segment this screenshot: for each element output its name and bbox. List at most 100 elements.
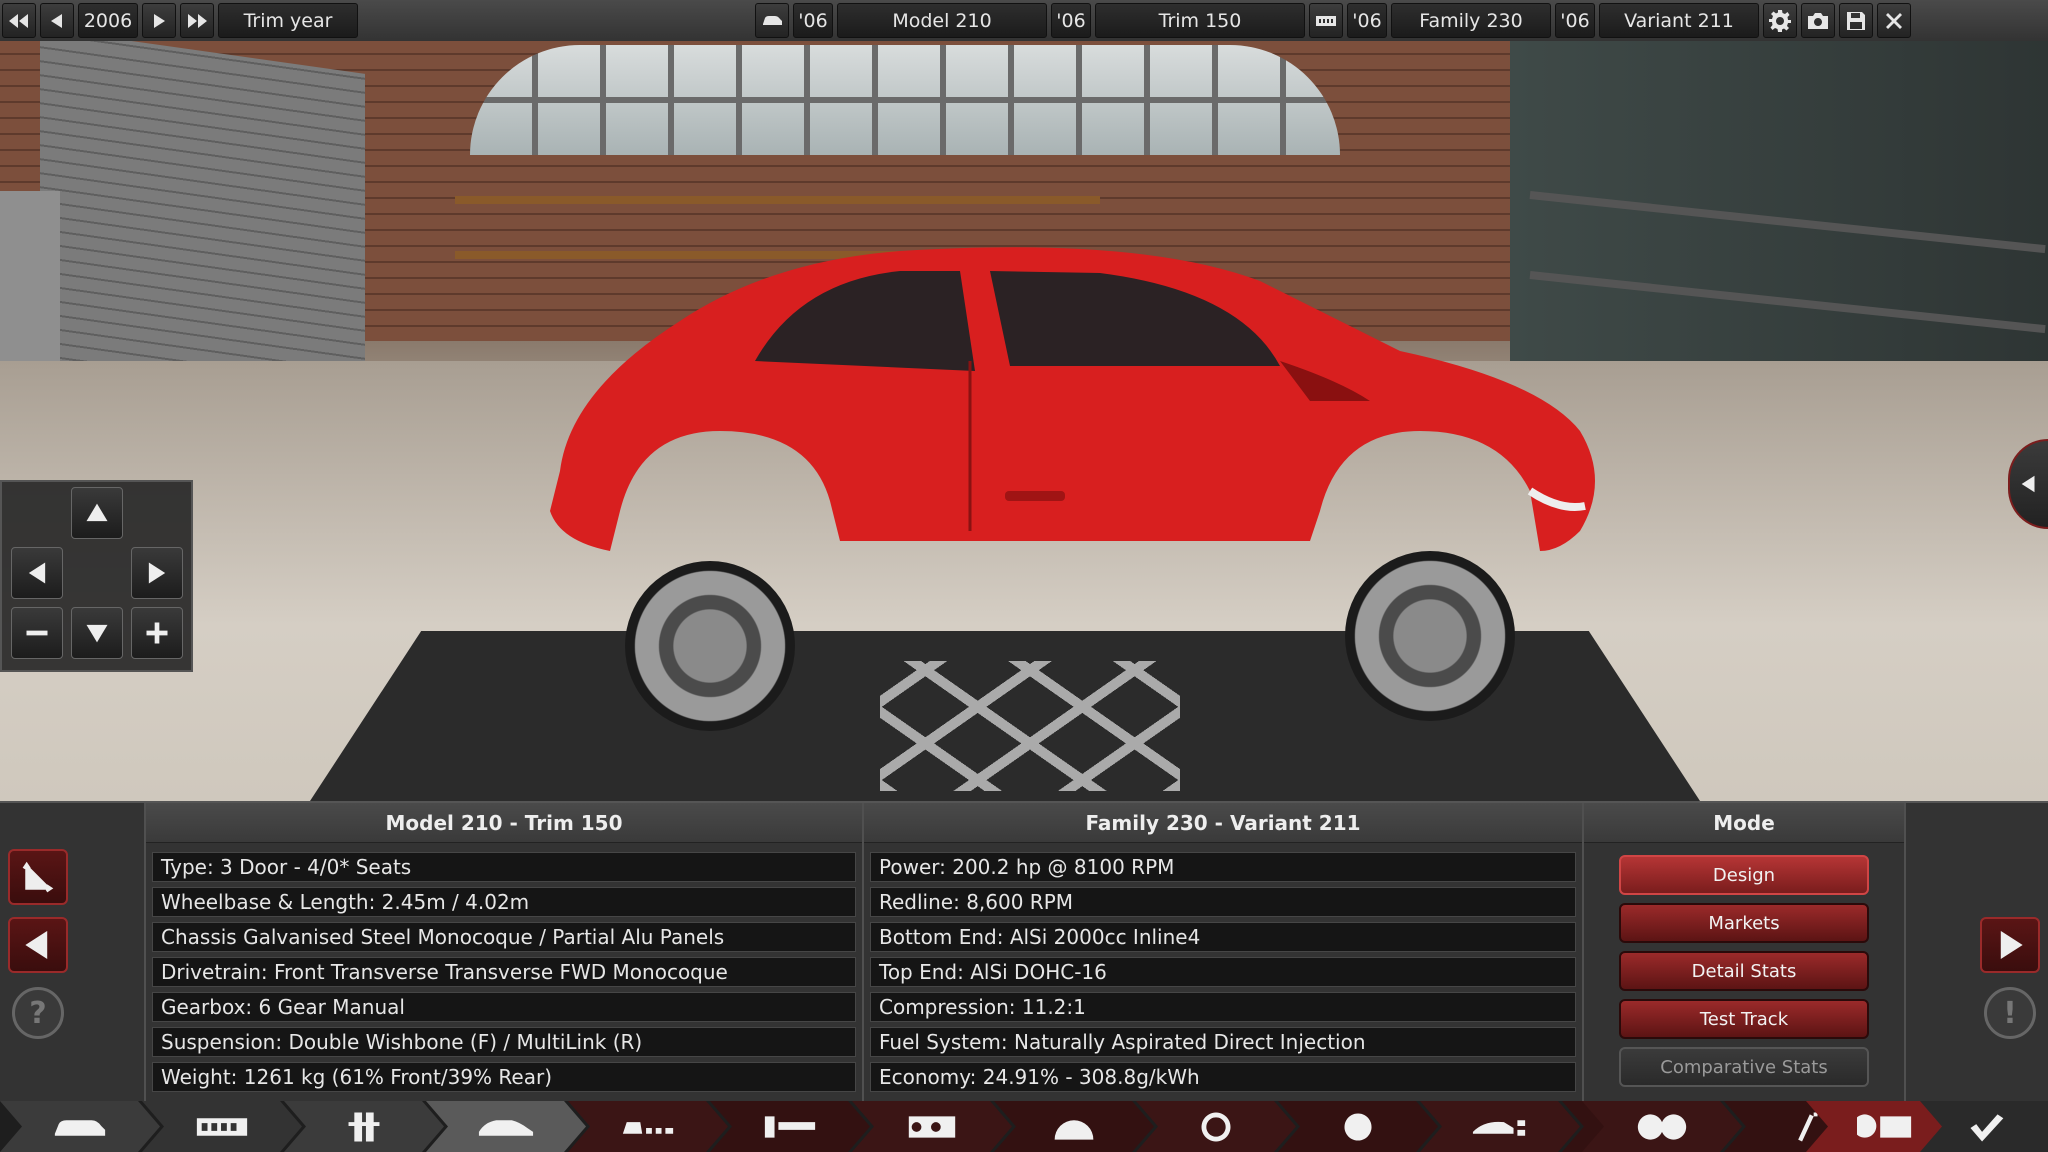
car-stat-chassis: Chassis Galvanised Steel Monocoque / Par…	[152, 922, 856, 952]
family-name-field[interactable]: Family 230	[1391, 3, 1551, 38]
left-actions-column: ?	[0, 803, 144, 1102]
engine-stat-compression: Compression: 11.2:1	[870, 992, 1576, 1022]
mode-title: Mode	[1584, 803, 1904, 843]
car-stats-column: Model 210 - Trim 150 Type: 3 Door - 4/0*…	[144, 803, 862, 1102]
help-button[interactable]: ?	[12, 987, 64, 1039]
engine-stats-column: Family 230 - Variant 211 Power: 200.2 hp…	[862, 803, 1582, 1102]
aero-icon	[1471, 1110, 1529, 1144]
gear-icon	[1769, 9, 1791, 32]
dimension-icon	[22, 861, 54, 893]
camera-icon	[1808, 12, 1828, 29]
warning-button[interactable]: !	[1984, 987, 2036, 1039]
gear-half-icon	[1045, 1110, 1103, 1144]
year-next-button[interactable]	[142, 3, 176, 38]
car-selector-button[interactable]	[755, 3, 789, 38]
brake-disc-icon	[1329, 1110, 1387, 1144]
zoom-in-button[interactable]	[131, 607, 183, 659]
triangle-left-icon	[25, 930, 48, 960]
trim-name-field[interactable]: Trim 150	[1095, 3, 1305, 38]
skylight-window	[470, 45, 1340, 155]
screenshot-button[interactable]	[1801, 3, 1835, 38]
triangle-left-icon	[28, 562, 46, 584]
trim-icon	[619, 1110, 677, 1144]
steering-wheel-icon	[1633, 1110, 1691, 1144]
engine-block-icon	[761, 1110, 819, 1144]
year-fast-forward-button[interactable]	[180, 3, 214, 38]
garage-viewport[interactable]	[0, 41, 2048, 801]
family-year: '06	[1347, 3, 1387, 38]
tool-wheels[interactable]	[1136, 1101, 1296, 1152]
trim-year-label[interactable]: Trim year	[218, 3, 358, 38]
plus-icon	[146, 622, 168, 644]
next-button[interactable]	[1980, 917, 2040, 973]
camera-right-button[interactable]	[131, 547, 183, 599]
close-button[interactable]	[1877, 3, 1911, 38]
triangle-left-icon	[51, 13, 62, 28]
triangle-right-icon	[2000, 930, 2023, 960]
tool-aero[interactable]	[1420, 1101, 1580, 1152]
camera-left-button[interactable]	[11, 547, 63, 599]
mode-markets-button[interactable]: Markets	[1619, 903, 1869, 943]
triangle-up-icon	[86, 503, 108, 522]
suspension-icon	[335, 1110, 393, 1144]
design-stage-toolbar	[0, 1101, 2048, 1152]
tool-engine-head[interactable]	[852, 1101, 1012, 1152]
camera-up-button[interactable]	[71, 487, 123, 539]
tool-trim[interactable]	[568, 1101, 728, 1152]
car-icon	[51, 1110, 109, 1144]
triangle-left-icon	[2021, 475, 2035, 493]
settings-button[interactable]	[1763, 3, 1797, 38]
triangle-right-icon	[148, 562, 166, 584]
car-icon	[763, 15, 782, 25]
camera-control-pad	[0, 480, 193, 672]
mode-test-track-button[interactable]: Test Track	[1619, 999, 1869, 1039]
checkmark-icon	[1970, 1113, 2004, 1141]
exclamation-icon: !	[2003, 995, 2017, 1031]
save-button[interactable]	[1839, 3, 1873, 38]
mode-design-button[interactable]: Design	[1619, 855, 1869, 895]
tool-engine-block[interactable]	[710, 1101, 870, 1152]
question-mark-icon: ?	[29, 995, 47, 1031]
tool-brakes[interactable]	[1278, 1101, 1438, 1152]
engine-stat-power: Power: 200.2 hp @ 8100 RPM	[870, 852, 1576, 882]
dimensions-button[interactable]	[8, 849, 68, 905]
shelf	[455, 196, 1100, 204]
checkered-flag-icon	[1857, 1110, 1915, 1144]
fast-forward-icon	[188, 13, 207, 28]
close-icon	[1886, 12, 1902, 29]
triangle-right-icon	[154, 13, 165, 28]
tool-chassis[interactable]	[142, 1101, 302, 1152]
zoom-out-button[interactable]	[11, 607, 63, 659]
engine-selector-button[interactable]	[1309, 3, 1343, 38]
variant-year: '06	[1555, 3, 1595, 38]
garage-door	[40, 41, 365, 414]
camera-down-button[interactable]	[71, 607, 123, 659]
car-stat-type: Type: 3 Door - 4/0* Seats	[152, 852, 856, 882]
chassis-icon	[193, 1110, 251, 1144]
floppy-disk-icon	[1847, 11, 1865, 30]
front-left-wheel	[625, 561, 795, 731]
engine-stat-redline: Redline: 8,600 RPM	[870, 887, 1576, 917]
model-name-field[interactable]: Model 210	[837, 3, 1047, 38]
car-stat-wheelbase: Wheelbase & Length: 2.45m / 4.02m	[152, 887, 856, 917]
tool-car-body[interactable]	[0, 1101, 160, 1152]
mode-comparative-stats-button[interactable]: Comparative Stats	[1619, 1047, 1869, 1087]
tool-body-style[interactable]	[426, 1101, 586, 1152]
car-stat-weight: Weight: 1261 kg (61% Front/39% Rear)	[152, 1062, 856, 1092]
car-stat-suspension: Suspension: Double Wishbone (F) / MultiL…	[152, 1027, 856, 1057]
car-silhouette-icon	[477, 1110, 535, 1144]
car-stats-title: Model 210 - Trim 150	[146, 803, 862, 843]
engine-stat-bottom-end: Bottom End: AlSi 2000cc Inline4	[870, 922, 1576, 952]
model-year: '06	[793, 3, 833, 38]
year-prev-button[interactable]	[40, 3, 74, 38]
car-stat-gearbox: Gearbox: 6 Gear Manual	[152, 992, 856, 1022]
variant-name-field[interactable]: Variant 211	[1599, 3, 1759, 38]
tool-gearing[interactable]	[994, 1101, 1154, 1152]
mode-detail-stats-button[interactable]: Detail Stats	[1619, 951, 1869, 991]
back-button[interactable]	[8, 917, 68, 973]
year-rewind-button[interactable]	[2, 3, 36, 38]
tool-suspension[interactable]	[284, 1101, 444, 1152]
tool-safety[interactable]	[1582, 1101, 1742, 1152]
car-stat-drivetrain: Drivetrain: Front Transverse Transverse …	[152, 957, 856, 987]
engine-stats-title: Family 230 - Variant 211	[864, 803, 1582, 843]
